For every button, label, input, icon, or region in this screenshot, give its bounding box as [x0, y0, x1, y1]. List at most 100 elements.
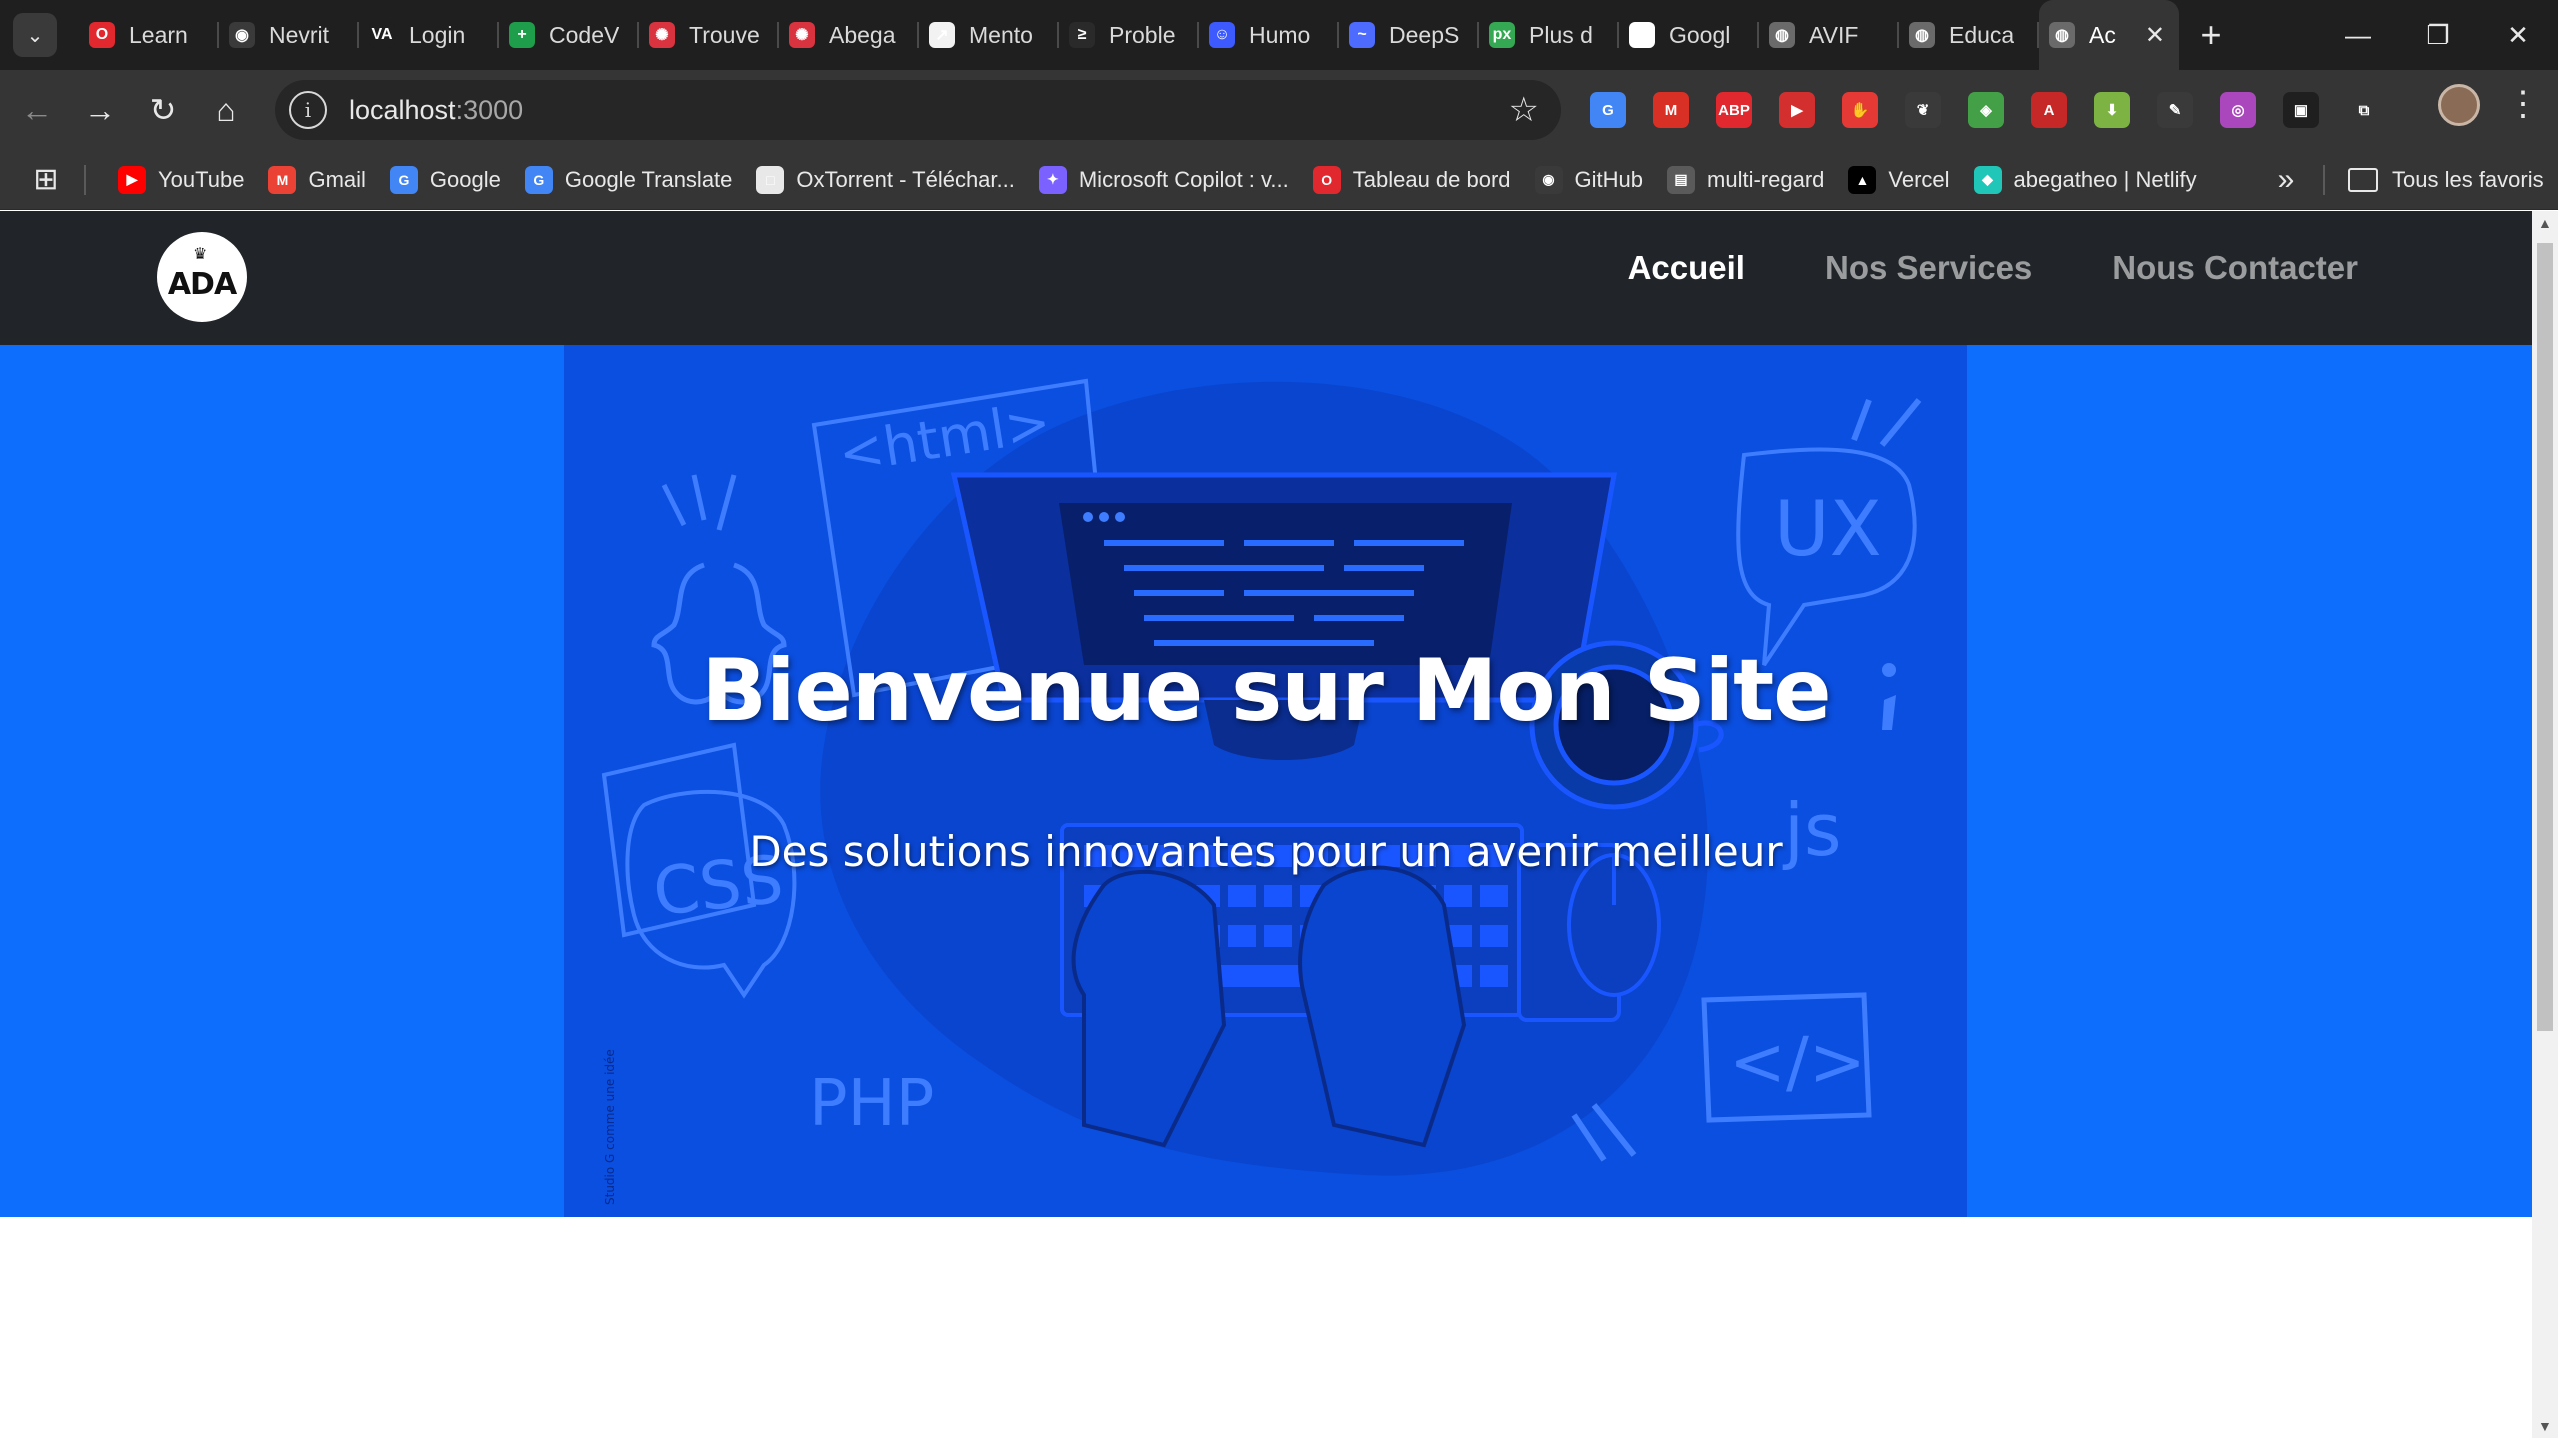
copilot-icon: ✦: [1038, 165, 1067, 194]
plus-green-icon: +: [509, 22, 535, 48]
back-arrow-icon[interactable]: ←: [11, 84, 63, 136]
bookmark-item[interactable]: ▶ YouTube: [106, 158, 256, 202]
tab[interactable]: O Learn: [79, 0, 219, 70]
tab-title: AVIF: [1809, 21, 1859, 48]
nav-link[interactable]: Accueil: [1628, 249, 1745, 287]
menu-dots-icon[interactable]: ⋮: [2502, 84, 2544, 124]
tab[interactable]: ☺ Humo: [1199, 0, 1339, 70]
bookmark-item[interactable]: M Gmail: [256, 158, 377, 202]
bookmark-item[interactable]: ▲ Vercel: [1836, 158, 1961, 202]
pdf-ext-icon[interactable]: A: [2031, 92, 2067, 128]
url-host: localhost: [349, 94, 456, 125]
new-tab-button[interactable]: +: [2189, 13, 2233, 57]
tab-title: Ac: [2089, 21, 2116, 48]
forward-arrow-icon[interactable]: →: [74, 84, 126, 136]
site-header: ♛ ADA Accueil Nos Services Nous Contacter: [0, 211, 2532, 345]
va-logo-icon: VA: [369, 22, 395, 48]
download-ext-icon[interactable]: ⬇: [2094, 92, 2130, 128]
tab[interactable]: ◍ Ac ✕: [2039, 0, 2179, 70]
hero-title: Bienvenue sur Mon Site: [701, 641, 1831, 741]
page-scrollbar[interactable]: ▲ ▼: [2532, 211, 2558, 1438]
scroll-thumb[interactable]: [2537, 243, 2553, 1031]
tab[interactable]: ✺ Trouve: [639, 0, 779, 70]
minimize-icon[interactable]: —: [2318, 0, 2398, 70]
px-icon: px: [1489, 22, 1515, 48]
extensions-bar: G M ABP ▶ ✋ ❦ ◈ A ⬇ ✎ ◎ ▣ ⧉: [1590, 82, 2409, 138]
all-bookmarks-button[interactable]: Tous les favoris: [2348, 158, 2544, 202]
home-icon[interactable]: ⌂: [200, 84, 252, 136]
tab[interactable]: ✺ Abega: [779, 0, 919, 70]
apps-grid-icon[interactable]: ⊞: [26, 160, 66, 200]
tab[interactable]: G Googl: [1619, 0, 1759, 70]
restore-icon[interactable]: ❐: [2398, 0, 2478, 70]
bookmark-item[interactable]: □ OxTorrent - Téléchar...: [744, 158, 1026, 202]
site-logo[interactable]: ♛ ADA: [157, 232, 247, 322]
color-wheel-icon[interactable]: ◎: [2220, 92, 2256, 128]
tab-title: Trouve: [689, 21, 759, 48]
gnome-ext-icon[interactable]: ❦: [1905, 92, 1941, 128]
nav-link[interactable]: Nos Services: [1825, 249, 2032, 287]
globe-icon: ◍: [1909, 22, 1935, 48]
scroll-down-arrow-icon[interactable]: ▼: [2538, 1418, 2552, 1434]
logo-text: ADA: [167, 266, 237, 302]
bookmark-star-icon[interactable]: ☆: [1509, 90, 1539, 130]
close-tab-icon[interactable]: ✕: [2145, 21, 2165, 50]
bookmark-item[interactable]: G Google: [378, 158, 513, 202]
bookmarks-divider: [84, 164, 86, 195]
video-ext-icon[interactable]: ▶: [1779, 92, 1815, 128]
site-info-icon[interactable]: i: [289, 91, 327, 129]
close-window-icon[interactable]: ✕: [2478, 0, 2558, 70]
tab-title: Learn: [129, 21, 188, 48]
reload-icon[interactable]: ↻: [137, 84, 189, 136]
nav-link[interactable]: Nous Contacter: [2112, 249, 2358, 287]
tab[interactable]: ≥ Proble: [1059, 0, 1199, 70]
hero-section: <html> CSS UX js PHP </> Studio G comme …: [0, 345, 2532, 1217]
tab-ext-icon[interactable]: ▣: [2283, 92, 2319, 128]
tab-title: Humo: [1249, 21, 1311, 48]
tab[interactable]: ◍ Educa: [1899, 0, 2039, 70]
gmail-ext-icon[interactable]: M: [1653, 92, 1689, 128]
bookmark-label: abegatheo | Netlify: [2013, 166, 2197, 192]
bookmark-item[interactable]: ◆ abegatheo | Netlify: [1962, 158, 2209, 202]
folder-icon: [2348, 168, 2378, 192]
scroll-up-arrow-icon[interactable]: ▲: [2538, 215, 2552, 231]
tab[interactable]: + CodeV: [499, 0, 639, 70]
tab-title: Mento: [969, 21, 1033, 48]
bookmark-item[interactable]: O Tableau de bord: [1301, 158, 1523, 202]
bookmark-item[interactable]: G Google Translate: [513, 158, 745, 202]
tab-title: Proble: [1109, 21, 1176, 48]
bookmark-label: Google: [429, 166, 501, 192]
bookmark-item[interactable]: ◉ GitHub: [1523, 158, 1655, 202]
colorful-ext-icon[interactable]: ◈: [1968, 92, 2004, 128]
google-icon: G: [389, 165, 418, 194]
tab[interactable]: ◍ AVIF: [1759, 0, 1899, 70]
bookmark-label: GitHub: [1574, 166, 1644, 192]
bookmarks-list: ▶ YouTube M Gmail G Google G Google Translate □ O…: [106, 158, 2209, 202]
bookmark-label: Tableau de bord: [1352, 166, 1511, 192]
tab[interactable]: ~ DeepS: [1339, 0, 1479, 70]
more-bookmarks-icon[interactable]: »: [2264, 158, 2308, 202]
tabs-list: O Learn ◉ Nevrit VA Login + CodeV ✺ Trouve ✺ Abega ↗…: [79, 0, 2179, 70]
profile-avatar[interactable]: [2438, 84, 2480, 126]
tab-title: Plus d: [1529, 21, 1593, 48]
tab[interactable]: ↗ Mento: [919, 0, 1059, 70]
github-icon: ◉: [1534, 165, 1563, 194]
opera-red-icon: O: [1312, 165, 1341, 194]
square-icon: □: [756, 165, 785, 194]
tab-title: Abega: [829, 21, 896, 48]
extensions-puzzle-icon[interactable]: ⧉: [2346, 92, 2382, 128]
tab[interactable]: VA Login: [359, 0, 499, 70]
translate-ext-icon[interactable]: G: [1590, 92, 1626, 128]
address-bar[interactable]: i localhost:3000 ☆: [275, 80, 1561, 140]
tab[interactable]: ◉ Nevrit: [219, 0, 359, 70]
hand-stop-icon[interactable]: ✋: [1842, 92, 1878, 128]
eyedropper-icon[interactable]: ✎: [2157, 92, 2193, 128]
adblock-plus-icon[interactable]: ABP: [1716, 92, 1752, 128]
tab[interactable]: px Plus d: [1479, 0, 1619, 70]
tab-search-button[interactable]: ⌄: [13, 13, 57, 57]
bookmark-item[interactable]: ▤ multi-regard: [1655, 158, 1836, 202]
window-controls: — ❐ ✕: [2318, 0, 2558, 70]
bookmark-item[interactable]: ✦ Microsoft Copilot : v...: [1027, 158, 1301, 202]
url-text[interactable]: localhost:3000: [349, 95, 523, 126]
browser-toolbar: ← → ↻ ⌂ i localhost:3000 ☆ G M ABP ▶ ✋ ❦ ◈ A ⬇ ✎ ◎…: [0, 70, 2558, 150]
